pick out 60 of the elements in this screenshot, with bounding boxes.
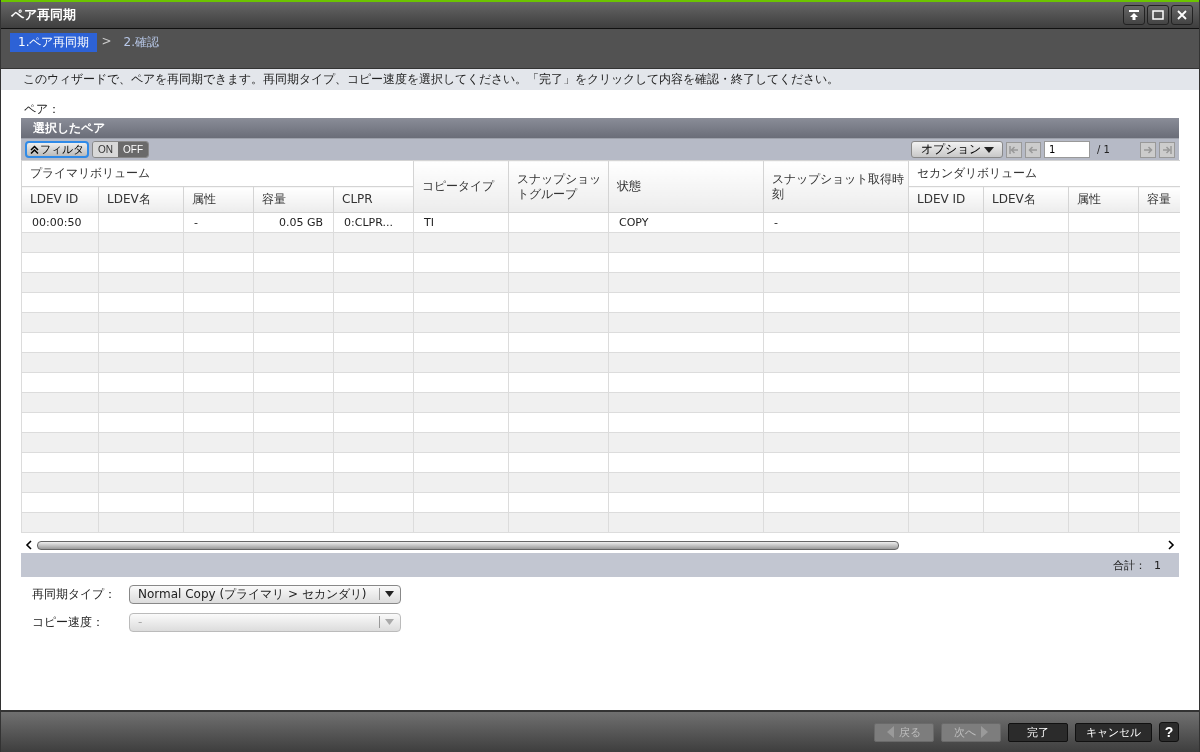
dropdown: - bbox=[129, 612, 401, 632]
page-total: / 1 bbox=[1096, 144, 1111, 155]
column-header[interactable]: スナップショット取得時刻 bbox=[763, 160, 909, 213]
caret-down-icon bbox=[385, 619, 394, 625]
pin-to-top-button[interactable] bbox=[1123, 5, 1145, 25]
wizard-step[interactable]: 1.ペア再同期 bbox=[10, 33, 98, 52]
field-label: コピー速度： bbox=[32, 613, 105, 631]
scroll-left-icon[interactable] bbox=[25, 540, 33, 550]
last-page-icon bbox=[1161, 143, 1173, 156]
column-header[interactable]: スナップショットグループ bbox=[508, 160, 609, 213]
column-header[interactable]: CLPR bbox=[333, 186, 414, 213]
table-cell: COPY bbox=[608, 212, 764, 233]
filter-toggle-option[interactable]: ON bbox=[93, 142, 118, 157]
table-cell: 00:00:50 bbox=[21, 212, 99, 233]
column-header[interactable]: コピータイプ bbox=[413, 160, 509, 213]
caret-down-icon bbox=[983, 146, 994, 153]
filter-button[interactable]: フィルタ bbox=[25, 141, 89, 158]
maximize-icon bbox=[1152, 9, 1164, 21]
column-header[interactable]: LDEV名 bbox=[98, 186, 184, 213]
total-count: 1 bbox=[1154, 558, 1161, 572]
dropdown[interactable]: Normal Copy (プライマリ > セカンダリ) bbox=[129, 584, 401, 604]
close-button[interactable] bbox=[1171, 5, 1193, 25]
column-header[interactable]: セカンダリボリューム bbox=[908, 160, 1180, 187]
scrollbar-thumb[interactable] bbox=[37, 541, 899, 550]
column-header[interactable]: 状態 bbox=[608, 160, 764, 213]
total-label: 合計： bbox=[1113, 557, 1146, 573]
column-header[interactable]: LDEV ID bbox=[21, 186, 99, 213]
column-header[interactable]: LDEV ID bbox=[908, 186, 984, 213]
table-cell: - bbox=[183, 212, 254, 233]
scroll-right-icon[interactable] bbox=[1167, 540, 1175, 550]
triangle-left-icon bbox=[887, 726, 894, 738]
table-cell: 0:CLPR... bbox=[333, 212, 414, 233]
column-header[interactable]: 属性 bbox=[1068, 186, 1139, 213]
window-title: ペア再同期 bbox=[11, 6, 77, 24]
pin-to-top-icon bbox=[1128, 9, 1140, 21]
instruction-text: このウィザードで、ペアを再同期できます。再同期タイプ、コピー速度を選択してください。「完了」をクリックして内容を確認・終了してください。 bbox=[1, 69, 1199, 90]
caret-down-icon bbox=[385, 591, 394, 597]
maximize-button[interactable] bbox=[1147, 5, 1169, 25]
filter-toggle-option[interactable]: OFF bbox=[118, 142, 148, 157]
wizard-step[interactable]: 2.確認 bbox=[115, 33, 167, 52]
page-number-field[interactable]: 1 bbox=[1044, 141, 1090, 158]
table-cell: - bbox=[763, 212, 909, 233]
column-header[interactable]: プライマリボリューム bbox=[21, 160, 414, 187]
close-icon bbox=[1176, 9, 1188, 21]
field-label: 再同期タイプ： bbox=[32, 585, 117, 603]
double-caret-up-icon bbox=[30, 145, 39, 154]
panel-title: 選択したペア bbox=[21, 118, 1179, 138]
column-header[interactable]: 容量 bbox=[253, 186, 334, 213]
dialog-button[interactable]: 完了 bbox=[1008, 722, 1068, 742]
table-cell: TI bbox=[413, 212, 509, 233]
pair-label: ペア： bbox=[23, 101, 61, 117]
table-cell: 0.05 GB bbox=[253, 212, 334, 233]
column-header[interactable]: 属性 bbox=[183, 186, 254, 213]
options-button[interactable]: オプション bbox=[911, 141, 1003, 158]
dialog-button[interactable]: キャンセル bbox=[1075, 722, 1152, 742]
step-separator: > bbox=[100, 33, 113, 49]
help-button[interactable]: ? bbox=[1159, 722, 1179, 742]
column-header[interactable]: LDEV名 bbox=[983, 186, 1069, 213]
first-page-icon bbox=[1008, 143, 1020, 156]
triangle-right-icon bbox=[981, 726, 988, 738]
